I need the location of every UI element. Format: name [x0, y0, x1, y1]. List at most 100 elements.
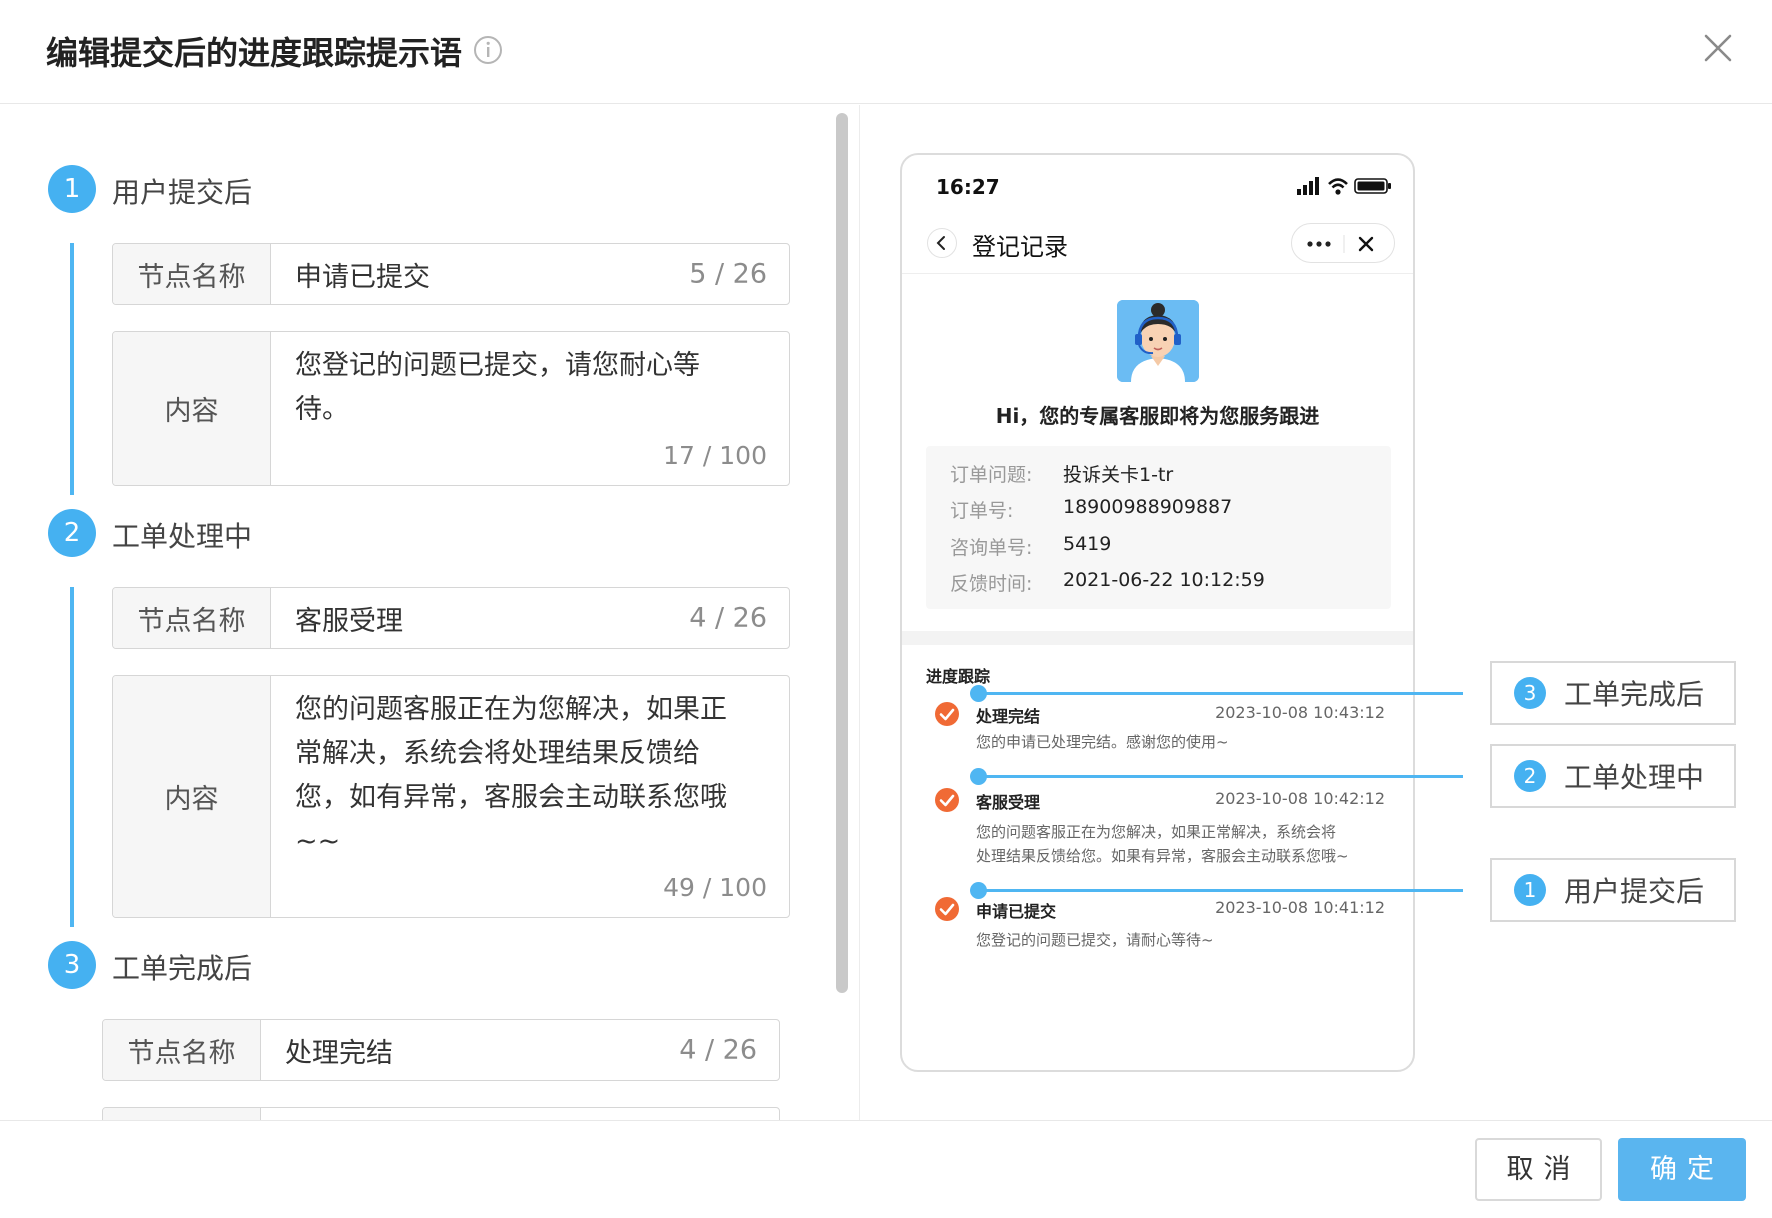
info-row: 订单号: 18900988909887 — [950, 496, 1232, 523]
callout-dot-1 — [970, 882, 987, 899]
step-1-number: 1 — [48, 165, 96, 213]
info-value: 投诉关卡1-tr — [1063, 464, 1174, 486]
info-value: 5419 — [1063, 533, 1112, 555]
dialog-footer: 取消 确定 — [0, 1120, 1772, 1218]
char-counter: 17 / 100 — [663, 441, 767, 470]
content-line: 您，如有异常，客服会主动联系您哦 — [295, 782, 727, 813]
desc-line: 您的申请已处理完结。感谢您的使用~ — [976, 733, 1229, 751]
node-name-input[interactable]: 申请已提交 5 / 26 — [271, 244, 789, 304]
cancel-button[interactable]: 取消 — [1475, 1138, 1602, 1201]
callout-dot-2 — [970, 768, 987, 785]
info-key: 订单问题: — [950, 464, 1033, 486]
char-counter: 49 / 100 — [663, 873, 767, 902]
char-counter: 4 / 26 — [689, 602, 767, 634]
back-button[interactable] — [927, 228, 957, 258]
track-item-time: 2023-10-08 10:41:12 — [1215, 898, 1385, 917]
content-label — [103, 1108, 261, 1120]
step-1-node-field[interactable]: 节点名称 申请已提交 5 / 26 — [112, 243, 790, 305]
callout-number: 3 — [1514, 677, 1546, 709]
nav-divider — [902, 273, 1413, 274]
phone-nav-title: 登记记录 — [972, 233, 1068, 261]
track-item-desc: 您的申请已处理完结。感谢您的使用~ — [976, 730, 1381, 754]
callout-label: 工单处理中 — [1564, 761, 1705, 794]
track-item-time: 2023-10-08 10:42:12 — [1215, 789, 1385, 808]
callout-number: 1 — [1514, 874, 1546, 906]
miniprogram-capsule — [1291, 223, 1395, 263]
agent-avatar-icon — [1117, 300, 1199, 382]
callout-label: 工单完成后 — [1564, 678, 1705, 711]
check-circle-icon — [935, 788, 959, 812]
info-key: 咨询单号: — [950, 537, 1033, 559]
step-3-node-field[interactable]: 节点名称 处理完结 4 / 26 — [102, 1019, 780, 1081]
greeting-text: Hi，您的专属客服即将为您服务跟进 — [995, 404, 1320, 428]
info-icon[interactable] — [473, 35, 503, 65]
editor-pane: 1 用户提交后 节点名称 申请已提交 5 / 26 内容 您登记的问题已提交，请… — [0, 105, 858, 1120]
node-name-input[interactable]: 处理完结 4 / 26 — [261, 1020, 779, 1080]
info-key: 反馈时间: — [950, 573, 1033, 595]
info-row: 咨询单号: 5419 — [950, 533, 1111, 560]
content-label: 内容 — [113, 676, 271, 917]
node-name-label: 节点名称 — [113, 588, 271, 648]
content-label: 内容 — [113, 332, 271, 485]
char-counter: 5 / 26 — [689, 258, 767, 290]
info-value: 18900988909887 — [1063, 496, 1233, 518]
content-line: 常解决，系统会将处理结果反馈给 — [295, 738, 700, 769]
back-chevron-icon — [936, 236, 945, 250]
info-value: 2021-06-22 10:12:59 — [1063, 569, 1265, 591]
callout-number: 2 — [1514, 760, 1546, 792]
callout-tag-2: 2 工单处理中 — [1490, 744, 1736, 808]
callout-dot-3 — [970, 685, 987, 702]
step-2-label: 工单处理中 — [112, 520, 253, 553]
step-2-node-field[interactable]: 节点名称 客服受理 4 / 26 — [112, 587, 790, 649]
signal-icon — [1297, 177, 1319, 195]
node-name-value: 客服受理 — [295, 605, 403, 637]
service-agent-avatar — [1117, 300, 1199, 382]
content-line: 您登记的问题已提交，请您耐心等 — [295, 350, 700, 381]
track-item-desc: 您登记的问题已提交，请耐心等待~ — [976, 928, 1381, 952]
status-time: 16:27 — [936, 175, 1000, 199]
node-name-value: 申请已提交 — [295, 261, 430, 293]
close-icon[interactable] — [1358, 236, 1374, 252]
track-item-title: 处理完结 — [976, 707, 1041, 726]
dialog-title: 编辑提交后的进度跟踪提示语 — [46, 34, 463, 72]
close-icon[interactable] — [1700, 30, 1736, 66]
content-textarea[interactable]: 您的问题客服正在为您解决，如果正 常解决，系统会将处理结果反馈给 您，如有异常，… — [271, 676, 789, 917]
callout-line-3 — [977, 692, 1463, 695]
step-2-line — [70, 587, 74, 927]
confirm-button[interactable]: 确定 — [1618, 1138, 1746, 1201]
callout-line-1 — [977, 889, 1463, 892]
track-title: 进度跟踪 — [926, 667, 991, 686]
content-line: ~~ — [295, 826, 341, 857]
info-key: 订单号: — [950, 500, 1014, 522]
editor-scrollbar[interactable] — [836, 113, 848, 993]
more-dots-icon[interactable] — [1307, 241, 1331, 247]
info-row: 反馈时间: 2021-06-22 10:12:59 — [950, 569, 1265, 596]
step-2-number: 2 — [48, 509, 96, 557]
track-item-time: 2023-10-08 10:43:12 — [1215, 703, 1385, 722]
content-textarea[interactable] — [261, 1108, 779, 1120]
node-name-value: 处理完结 — [285, 1037, 393, 1069]
track-item-title: 申请已提交 — [976, 902, 1057, 921]
callout-tag-3: 3 工单完成后 — [1490, 661, 1736, 725]
step-1-content-field[interactable]: 内容 您登记的问题已提交，请您耐心等 待。 17 / 100 — [112, 331, 790, 486]
check-circle-icon — [935, 897, 959, 921]
step-3-content-field[interactable] — [102, 1107, 780, 1120]
wifi-icon — [1328, 178, 1348, 195]
step-2-content-field[interactable]: 内容 您的问题客服正在为您解决，如果正 常解决，系统会将处理结果反馈给 您，如有… — [112, 675, 790, 918]
step-3-number: 3 — [48, 941, 96, 989]
content-line: 待。 — [295, 394, 349, 425]
callout-line-2 — [977, 775, 1463, 778]
track-item-desc: 您的问题客服正在为您解决，如果正常解决，系统会将 处理结果反馈给您。如果有异常，… — [976, 820, 1381, 868]
callout-label: 用户提交后 — [1564, 875, 1705, 908]
dialog-header: 编辑提交后的进度跟踪提示语 — [0, 0, 1772, 104]
check-circle-icon — [935, 702, 959, 726]
node-name-input[interactable]: 客服受理 4 / 26 — [271, 588, 789, 648]
capsule-icons — [1307, 235, 1374, 253]
node-name-label: 节点名称 — [103, 1020, 261, 1080]
content-line: 您的问题客服正在为您解决，如果正 — [295, 694, 727, 725]
content-textarea[interactable]: 您登记的问题已提交，请您耐心等 待。 17 / 100 — [271, 332, 789, 485]
char-counter: 4 / 26 — [679, 1034, 757, 1066]
status-icons — [1297, 177, 1391, 195]
phone-preview: 16:27 登记记录 Hi，您的专属客服即将为您服务跟进 订单问题: 投诉关卡1… — [900, 153, 1415, 1072]
battery-icon — [1354, 178, 1391, 194]
